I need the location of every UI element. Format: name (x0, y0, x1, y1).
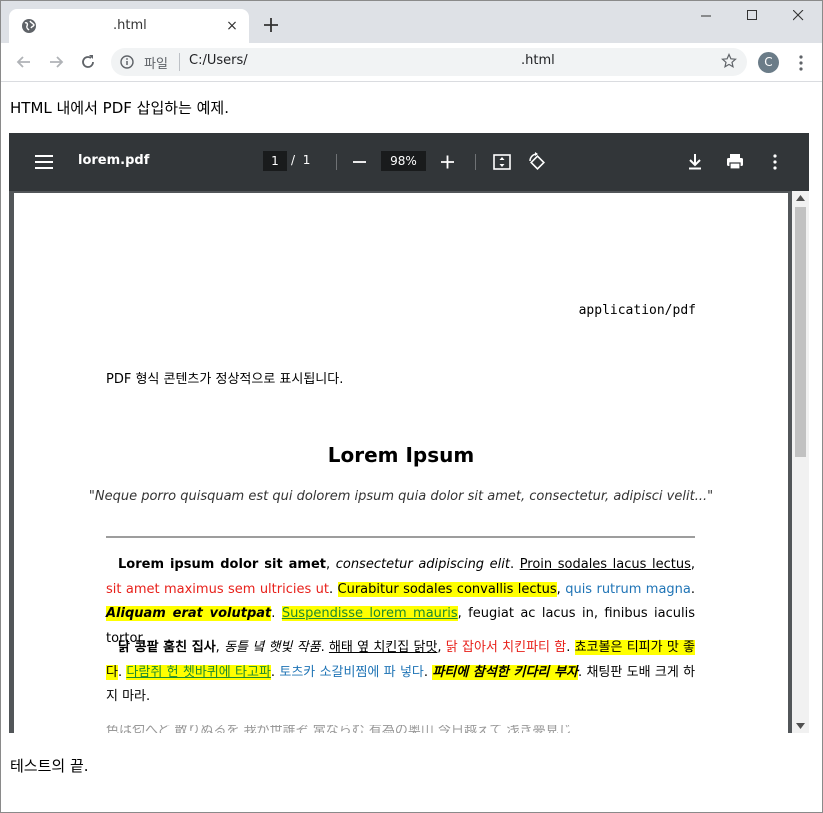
p2-bold: 닭 콩팥 훔친 집사 (118, 640, 216, 655)
maximize-button[interactable] (730, 1, 776, 31)
p2-red: 닭 잡아서 치킨파티 함 (445, 640, 567, 655)
pdf-paragraph-2: 닭 콩팥 훔친 집사, 동틀 녘 햇빛 작품. 해태 옆 치킨집 닭맛, 닭 잡… (106, 636, 695, 710)
p1-red: sit amet maximus sem ultricies ut (106, 581, 329, 597)
address-divider (179, 53, 180, 71)
p1-text: , (326, 557, 336, 572)
address-file: .html (521, 53, 555, 68)
p1-text: . (271, 606, 282, 621)
pdf-scrollbar[interactable] (792, 191, 809, 733)
pdf-page: application/pdf PDF 형식 콘텐츠가 정상적으로 표시됩니다.… (14, 193, 788, 733)
page-number-input[interactable]: 1 (263, 151, 287, 171)
tab-strip: .html × (1, 1, 822, 43)
bookmark-star-icon[interactable] (721, 53, 737, 69)
p1-underline: Proin sodales lacus lectus (519, 557, 691, 572)
fit-page-icon[interactable] (492, 152, 512, 172)
window-close-icon (793, 10, 804, 21)
tab-title: .html (113, 18, 147, 33)
intro-text: HTML 내에서 PDF 삽입하는 예제. (10, 99, 230, 117)
browser-menu-icon[interactable] (797, 54, 805, 72)
scrollbar-thumb[interactable] (795, 207, 806, 457)
globe-icon (22, 19, 36, 33)
zoom-in-icon[interactable] (438, 152, 458, 172)
tab-close-icon[interactable]: × (223, 17, 241, 35)
back-icon[interactable] (14, 52, 34, 72)
p1-link[interactable]: Suspendisse lorem mauris (281, 606, 458, 621)
pdf-toolbar: lorem.pdf 1 / 1 98% (9, 133, 809, 191)
p2-blue: 토츠카 소갈비찜에 파 넣다 (279, 664, 424, 680)
p2-text: . (566, 640, 575, 655)
total-pages: 1 (302, 153, 311, 167)
pdf-horizontal-rule (106, 536, 695, 538)
toolbar-divider (475, 154, 476, 170)
outro-text: 테스트의 끝. (10, 757, 89, 775)
info-icon[interactable] (120, 55, 134, 69)
pdf-mime-text: application/pdf (578, 303, 696, 318)
download-icon[interactable] (685, 152, 705, 172)
p2-text: , (437, 640, 446, 655)
p2-text: . (320, 640, 329, 655)
profile-avatar[interactable]: C (758, 52, 779, 73)
toolbar-divider (336, 154, 337, 170)
p1-highlight: Curabitur sodales convallis lectus (337, 581, 557, 597)
forward-icon[interactable] (46, 52, 66, 72)
rotate-icon[interactable] (527, 152, 547, 172)
p3-text: 色は匂へど 散りぬるを 我が世誰ぞ 常ならむ 有為の奥山 今日越えて 浅き夢見じ (106, 725, 572, 733)
pdf-doc-title: Lorem Ipsum (327, 443, 475, 467)
browser-tab[interactable]: .html × (9, 9, 249, 43)
zoom-out-icon[interactable] (350, 152, 370, 172)
p2-underline: 해태 옆 치킨집 닭맛 (328, 640, 438, 655)
pdf-paragraph-3-cut: 色は匂へど 散りぬるを 我が世誰ぞ 常ならむ 有為の奥山 今日越えて 浅き夢見じ (106, 725, 695, 733)
p2-bold-italic: 파티에 참석한 키다리 부자 (432, 664, 578, 680)
p1-text: . (509, 557, 520, 572)
p1-text: , (556, 581, 566, 597)
page-separator: / (291, 153, 296, 167)
p2-italic: 동틀 녘 햇빛 작품 (224, 640, 321, 655)
browser-toolbar: 파일 C:/Users/ .html C (1, 43, 822, 82)
page-count: / 1 (291, 153, 310, 167)
p2-text: , (215, 640, 225, 655)
maximize-icon (747, 10, 757, 20)
p1-text: . (328, 581, 338, 597)
p2-link[interactable]: 다람쥐 헌 쳇바퀴에 타고파 (126, 664, 271, 680)
reload-icon[interactable] (78, 52, 98, 72)
p1-bold-italic: Aliquam erat volutpat (106, 606, 272, 621)
address-scheme: 파일 (144, 57, 168, 72)
scroll-up-icon[interactable] (796, 195, 805, 201)
minimize-icon (701, 15, 711, 17)
zoom-input[interactable]: 98% (381, 151, 426, 171)
pdf-status-line: PDF 형식 콘텐츠가 정상적으로 표시됩니다. (106, 372, 344, 387)
window-close-button[interactable] (776, 1, 822, 31)
p1-blue: quis rutrum magna (565, 581, 691, 597)
scroll-down-icon[interactable] (796, 723, 805, 729)
p1-italic: consectetur adipiscing elit (335, 557, 510, 572)
p1-text: . (690, 581, 696, 597)
minimize-button[interactable] (684, 1, 730, 31)
new-tab-icon[interactable] (261, 15, 281, 35)
pdf-viewer: lorem.pdf 1 / 1 98% application/pdf PDF … (9, 133, 809, 733)
p1-bold: Lorem ipsum dolor sit amet (118, 557, 326, 572)
browser-window: .html × 파일 C:/Users/ .html C HTML 내에서 PD… (0, 0, 823, 813)
sidebar-menu-icon[interactable] (35, 155, 53, 169)
more-options-icon[interactable] (765, 152, 785, 172)
pdf-file-name: lorem.pdf (78, 153, 150, 168)
p1-text: , (690, 557, 695, 572)
address-bar[interactable]: 파일 C:/Users/ .html (111, 48, 747, 76)
print-icon[interactable] (725, 152, 745, 172)
pdf-quote: "Neque porro quisquam est qui dolorem ip… (88, 489, 714, 504)
address-path: C:/Users/ (189, 53, 248, 68)
